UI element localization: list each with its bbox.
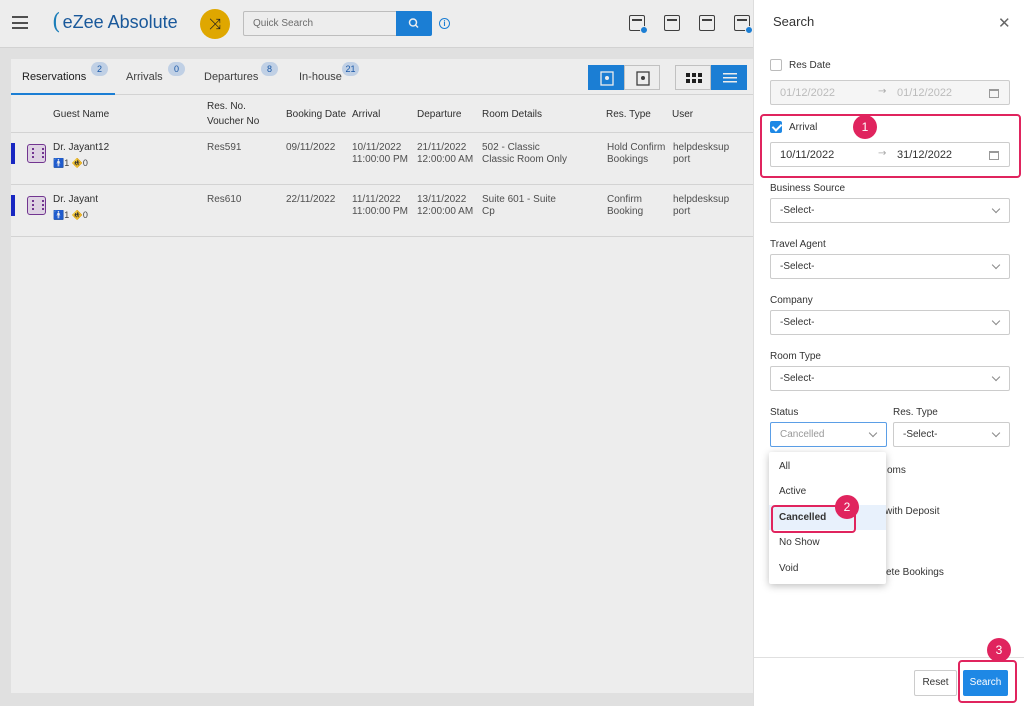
- reset-button[interactable]: Reset: [914, 670, 957, 696]
- travel-agent-select[interactable]: -Select-: [770, 254, 1010, 279]
- modal-backdrop[interactable]: [0, 0, 753, 706]
- hidden-option-text: oms: [887, 465, 906, 476]
- calendar-icon: [989, 89, 999, 98]
- select-value: -Select-: [780, 373, 815, 384]
- select-value: Cancelled: [780, 429, 825, 440]
- hidden-option-text: with Deposit: [885, 506, 940, 517]
- status-option-no-show[interactable]: No Show: [769, 530, 886, 555]
- highlight-arrival: [760, 114, 1021, 178]
- close-icon[interactable]: ✕: [998, 14, 1011, 32]
- step-badge-3: 3: [987, 638, 1011, 662]
- chevron-down-icon: [991, 204, 1001, 214]
- panel-title: Search: [773, 14, 815, 29]
- room-type-label: Room Type: [770, 351, 821, 362]
- res-type-label: Res. Type: [893, 407, 938, 418]
- step-badge-2: 2: [835, 495, 859, 519]
- business-source-label: Business Source: [770, 183, 846, 194]
- travel-agent-label: Travel Agent: [770, 239, 826, 250]
- step-badge-1: 1: [853, 115, 877, 139]
- hidden-option-text: ete Bookings: [886, 567, 944, 578]
- chevron-down-icon: [991, 428, 1001, 438]
- status-option-active[interactable]: Active: [769, 479, 886, 504]
- status-label: Status: [770, 407, 799, 418]
- company-select[interactable]: -Select-: [770, 310, 1010, 335]
- room-type-select[interactable]: -Select-: [770, 366, 1010, 391]
- res-type-select[interactable]: -Select-: [893, 422, 1010, 447]
- res-date-to: 01/12/2022: [897, 87, 953, 99]
- select-value: -Select-: [780, 205, 815, 216]
- status-option-all[interactable]: All: [769, 454, 886, 479]
- chevron-down-icon: [868, 428, 878, 438]
- select-value: -Select-: [903, 429, 938, 440]
- main-app: ( eZee Absolute ⤨ i Reservations 2 Arriv…: [0, 0, 753, 706]
- select-value: -Select-: [780, 317, 815, 328]
- res-date-from: 01/12/2022: [780, 87, 836, 99]
- status-select[interactable]: Cancelled: [770, 422, 887, 447]
- company-label: Company: [770, 295, 813, 306]
- business-source-select[interactable]: -Select-: [770, 198, 1010, 223]
- chevron-down-icon: [991, 316, 1001, 326]
- res-date-checkbox[interactable]: [770, 59, 782, 71]
- highlight-search: [958, 660, 1017, 703]
- status-option-void[interactable]: Void: [769, 556, 886, 581]
- arrow-right-icon: →: [878, 86, 887, 97]
- chevron-down-icon: [991, 372, 1001, 382]
- chevron-down-icon: [991, 260, 1001, 270]
- select-value: -Select-: [780, 261, 815, 272]
- res-date-range: 01/12/2022 → 01/12/2022: [770, 80, 1010, 105]
- res-date-label: Res Date: [789, 60, 831, 71]
- search-panel: Search ✕ Res Date 01/12/2022 → 01/12/202…: [753, 0, 1024, 706]
